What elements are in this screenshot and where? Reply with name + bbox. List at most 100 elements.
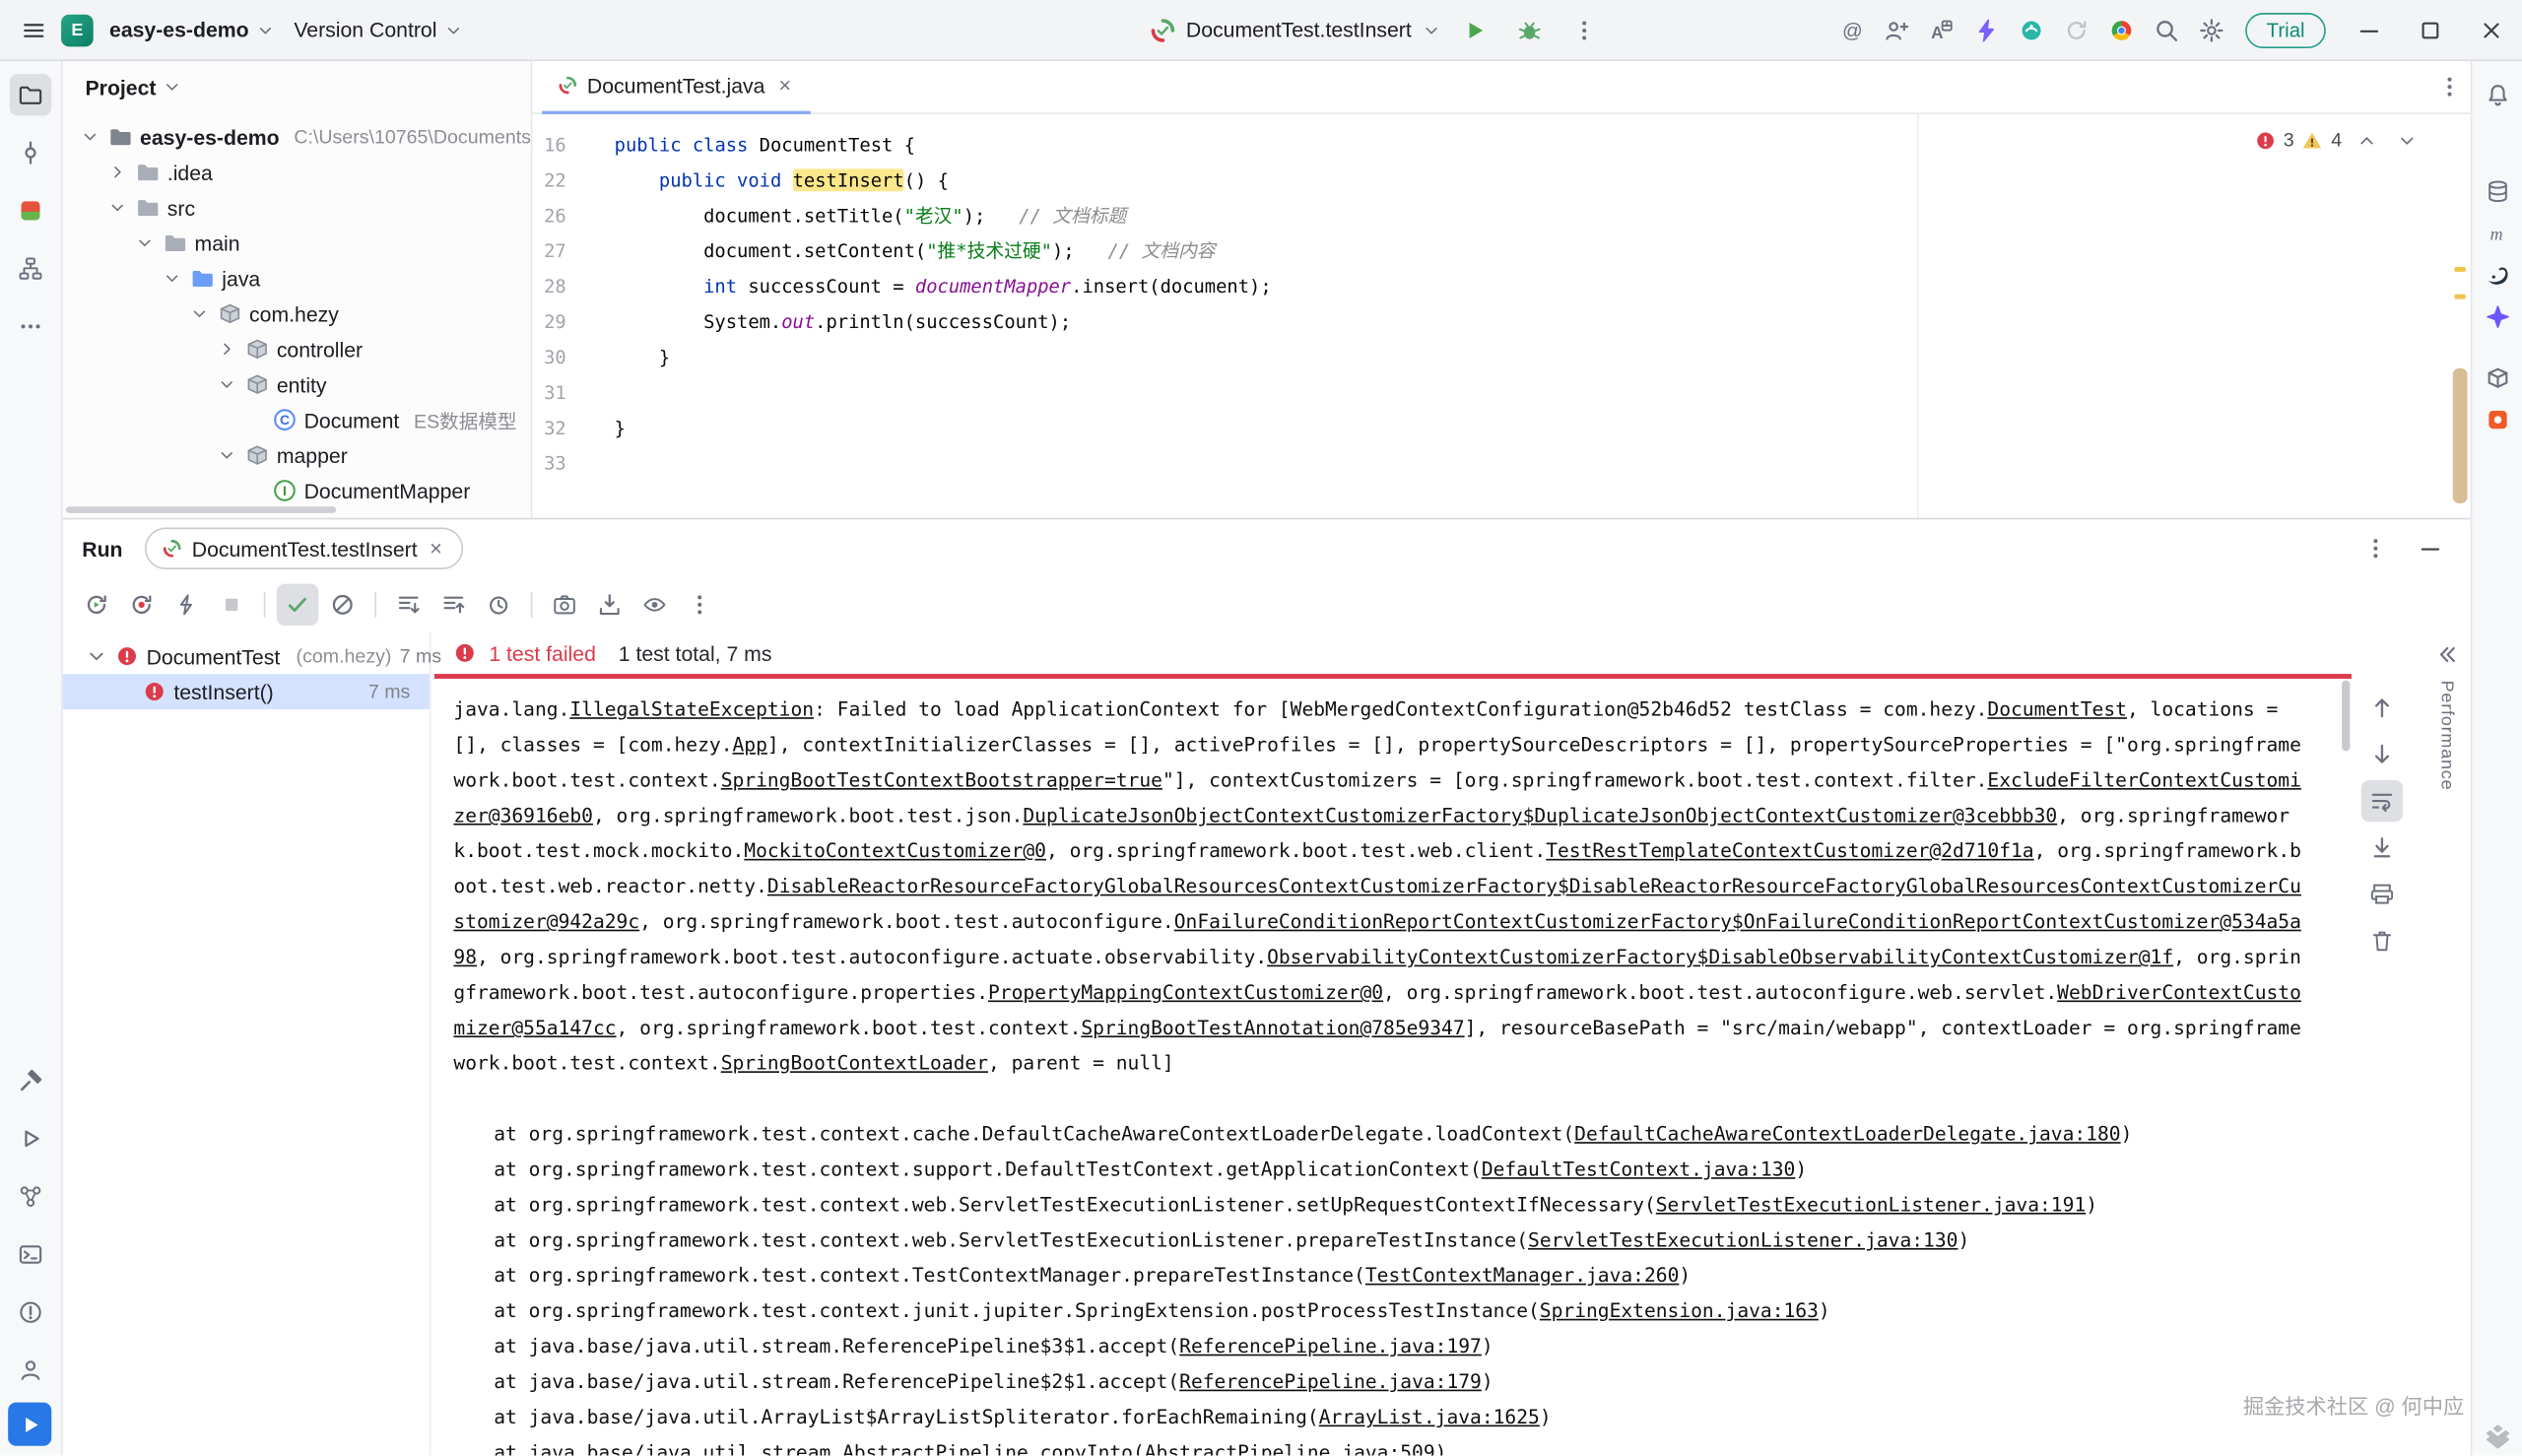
sync-disabled-button[interactable] (2056, 9, 2097, 50)
close-button[interactable] (2461, 0, 2522, 60)
console-link[interactable]: ReferencePipeline.java:179 (1179, 1370, 1482, 1393)
console-link[interactable]: ReferencePipeline.java:197 (1179, 1335, 1482, 1357)
clear-button[interactable] (2361, 920, 2403, 961)
browser-button[interactable] (2100, 9, 2142, 50)
minimize-button[interactable] (2339, 0, 2400, 60)
project-item-easy-es-demo[interactable]: easy-es-demoC:\Users\10765\Documents\ (63, 119, 531, 155)
show-passed-button[interactable] (277, 584, 318, 626)
import-results-button[interactable] (589, 584, 630, 626)
run-config-selector[interactable]: DocumentTest.testInsert (1151, 17, 1440, 42)
commit-button[interactable] (10, 132, 51, 173)
project-item-entity[interactable]: entity (63, 366, 531, 402)
prev-problem-button[interactable] (2350, 124, 2382, 157)
services-button[interactable] (10, 1175, 51, 1217)
console-link[interactable]: ServletTestExecutionListener.java:130 (1528, 1228, 1958, 1251)
hide-panel-button[interactable] (2410, 528, 2451, 569)
watch-button[interactable] (633, 584, 675, 626)
scroll-up-button[interactable] (2361, 687, 2403, 728)
floating-run-button[interactable] (8, 1403, 51, 1446)
project-selector[interactable]: easy-es-demo (100, 11, 284, 48)
close-tab-icon[interactable] (427, 539, 446, 559)
lightning-plugin-button[interactable] (1965, 9, 2007, 50)
horizontal-scrollbar[interactable] (66, 506, 336, 513)
editor-scrollbar-thumb[interactable] (2453, 368, 2468, 503)
warning-mark[interactable] (2454, 267, 2465, 272)
stop-button[interactable] (211, 584, 252, 626)
console-link[interactable]: DocumentTest (1987, 698, 2127, 721)
debug-button[interactable] (1508, 9, 1550, 50)
snapshot-button[interactable] (544, 584, 585, 626)
auto-test-button[interactable] (166, 584, 207, 626)
search-button[interactable] (2146, 9, 2187, 50)
console-link[interactable]: AbstractPipeline.java:509 (1145, 1441, 1435, 1456)
project-item-com-hezy[interactable]: com.hezy (63, 296, 531, 331)
scroll-down-button[interactable] (2361, 733, 2403, 774)
gear-button[interactable] (2191, 9, 2232, 50)
test-item-testinsert[interactable]: testInsert()7 ms (63, 674, 430, 709)
bell-button[interactable] (2476, 74, 2517, 115)
plugin-red-button[interactable] (2476, 399, 2517, 440)
gradle-button[interactable] (2476, 254, 2517, 296)
code-with-me-button[interactable] (1876, 9, 1917, 50)
console-link[interactable]: SpringExtension.java:163 (1540, 1299, 1819, 1322)
console-link[interactable]: DefaultCacheAwareContextLoaderDelegate.j… (1574, 1123, 2120, 1146)
warning-mark[interactable] (2454, 295, 2465, 299)
console-link[interactable]: App (732, 733, 766, 756)
collapse-icon[interactable] (2433, 641, 2459, 667)
console-link[interactable]: DefaultTestContext.java:130 (1482, 1158, 1795, 1181)
next-problem-button[interactable] (2390, 124, 2422, 157)
expand-all-button[interactable] (387, 584, 429, 626)
performance-tab[interactable]: Performance (2436, 681, 2456, 791)
console-link[interactable]: ServletTestExecutionListener.java:191 (1656, 1193, 2086, 1216)
console-scrollbar[interactable] (2342, 681, 2350, 752)
console-link[interactable]: SpringBootContextLoader (721, 1052, 988, 1075)
build-button[interactable] (10, 1060, 51, 1101)
project-item-document[interactable]: CDocumentES数据模型 (63, 402, 531, 437)
maximize-button[interactable] (2400, 0, 2461, 60)
collapse-all-button[interactable] (432, 584, 474, 626)
scroll-end-button[interactable] (2361, 827, 2403, 868)
console-link[interactable]: DuplicateJsonObjectContextCustomizerFact… (1023, 804, 2057, 827)
more-h-button[interactable] (10, 305, 51, 347)
project-item-idea[interactable]: .idea (63, 155, 531, 190)
jrebel-button[interactable] (10, 190, 51, 232)
project-panel-header[interactable]: Project (63, 61, 531, 112)
console-link[interactable]: MockitoContextCustomizer@0 (744, 839, 1046, 862)
translate-button[interactable]: A (1921, 9, 1962, 50)
trial-badge[interactable]: Trial (2245, 12, 2325, 47)
console-link[interactable]: SpringBootTestContextBootstrapper=true (721, 768, 1162, 791)
mention-button[interactable]: @ (1830, 9, 1872, 50)
ai-plugin-button[interactable] (2011, 9, 2052, 50)
main-menu-button[interactable] (13, 9, 54, 50)
console-link[interactable]: IllegalStateException (569, 698, 814, 721)
database-button[interactable] (2476, 170, 2517, 212)
console-link[interactable]: ArrayList.java:1625 (1319, 1406, 1540, 1428)
project-button[interactable] (10, 74, 51, 115)
project-item-src[interactable]: src (63, 190, 531, 226)
sort-duration-button[interactable] (478, 584, 519, 626)
inspections-widget[interactable]: 3 4 (2254, 124, 2422, 157)
rerun-button[interactable] (76, 584, 117, 626)
console-link[interactable]: TestContextManager.java:260 (1365, 1264, 1679, 1287)
project-item-controller[interactable]: controller (63, 331, 531, 366)
print-button[interactable] (2361, 874, 2403, 915)
more-run-actions-button[interactable] (1562, 9, 1604, 50)
test-item-documenttest[interactable]: DocumentTest(com.hezy)7 ms (63, 638, 430, 674)
run-button[interactable] (1453, 9, 1494, 50)
project-item-documentmapper[interactable]: IDocumentMapper (63, 473, 531, 508)
run-outline-button[interactable] (10, 1118, 51, 1159)
structure-button[interactable] (10, 247, 51, 289)
project-item-java[interactable]: java (63, 260, 531, 296)
rerun-failed-button[interactable] (120, 584, 162, 626)
console-link[interactable]: TestRestTemplateContextCustomizer@2d710f… (1546, 839, 2033, 862)
dependencies-button[interactable] (2476, 357, 2517, 398)
close-tab-icon[interactable] (774, 76, 794, 96)
vcs-widget[interactable]: Version Control (285, 11, 473, 48)
run-panel-options-button[interactable] (2355, 528, 2396, 569)
console-output[interactable]: java.lang.IllegalStateException: Failed … (431, 679, 2422, 1456)
ai-assistant-button[interactable] (2476, 296, 2517, 337)
maven-button[interactable]: m (2476, 213, 2517, 254)
editor-tab[interactable]: DocumentTest.java (542, 61, 810, 113)
problems-button[interactable] (10, 1291, 51, 1333)
more-v-button[interactable] (679, 584, 720, 626)
